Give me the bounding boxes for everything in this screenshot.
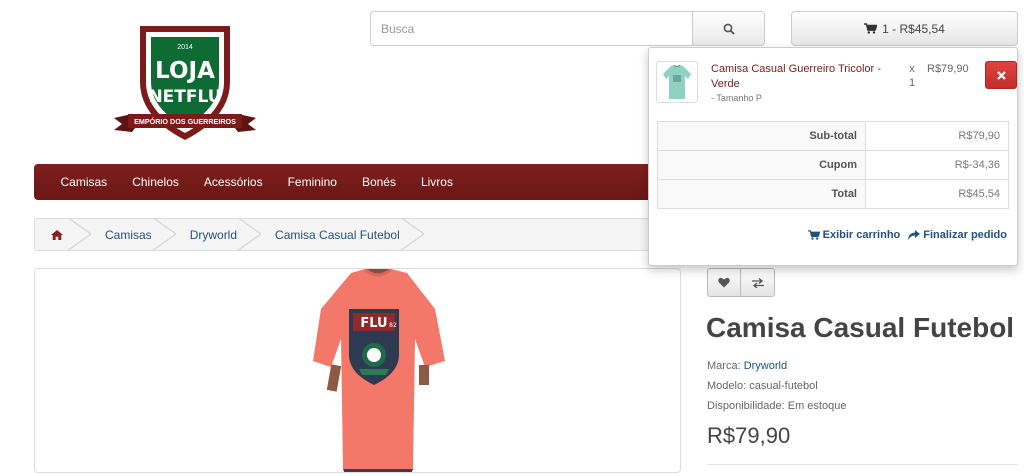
total-label: Total xyxy=(657,179,866,209)
heart-icon xyxy=(718,277,730,288)
product-price: R$79,90 xyxy=(707,423,791,448)
menu-item-feminino[interactable]: Feminino xyxy=(275,164,349,200)
cart-item-name[interactable]: Camisa Casual Guerreiro Tricolor - Verde xyxy=(711,62,891,92)
breadcrumb-product[interactable]: Camisa Casual Futebol xyxy=(261,219,424,250)
breadcrumb-dryworld[interactable]: Dryworld xyxy=(176,219,262,250)
totals-row: Total R$45,54 xyxy=(657,179,1009,209)
cart-dropdown: Camisa Casual Guerreiro Tricolor - Verde… xyxy=(648,47,1018,266)
home-icon xyxy=(51,229,63,240)
cart-item-price: R$79,90 xyxy=(927,63,969,75)
shirt-print-num: 82 xyxy=(389,322,397,329)
breadcrumb-camisas[interactable]: Camisas xyxy=(91,219,176,250)
product-actions xyxy=(707,268,775,297)
shirt-print: FLU xyxy=(360,316,387,331)
menu-item-bones[interactable]: Bonés xyxy=(349,164,408,200)
search-bar xyxy=(370,11,765,46)
divider xyxy=(707,464,1018,465)
availability-value: Em estoque xyxy=(787,400,847,412)
product-title: Camisa Casual Futebol xyxy=(706,312,1015,343)
subtotal-label: Sub-total xyxy=(657,121,866,151)
compare-button[interactable] xyxy=(741,268,775,297)
cart-item-times: x xyxy=(909,63,915,75)
close-icon xyxy=(996,70,1006,80)
coupon-value: R$-34,36 xyxy=(865,150,1009,180)
cart-item-option: - Tamanho P xyxy=(711,93,762,103)
search-icon xyxy=(723,23,735,35)
view-cart-link[interactable]: Exibir carrinho xyxy=(807,229,901,241)
cart-icon xyxy=(864,23,878,34)
availability-label: Disponibilidade: xyxy=(707,400,785,412)
view-cart-label: Exibir carrinho xyxy=(822,229,901,241)
search-button[interactable] xyxy=(692,11,765,46)
logo-year: 2014 xyxy=(177,44,193,51)
totals-row: Cupom R$-34,36 xyxy=(657,150,1009,180)
breadcrumb-home[interactable] xyxy=(35,219,91,250)
menu-item-chinelos[interactable]: Chinelos xyxy=(120,164,192,200)
logo-ribbon: EMPÓRIO DOS GUERREIROS xyxy=(134,117,236,126)
checkout-label: Finalizar pedido xyxy=(923,229,1007,241)
cart-item-qty: 1 xyxy=(908,77,916,89)
menu-item-acessorios[interactable]: Acessórios xyxy=(191,164,275,200)
menu-item-livros[interactable]: Livros xyxy=(408,164,465,200)
cart-item: Camisa Casual Guerreiro Tricolor - Verde… xyxy=(655,60,1017,110)
cart-totals: Sub-total R$79,90 Cupom R$-34,36 Total R… xyxy=(657,121,1009,209)
model-label: Modelo: xyxy=(707,380,747,392)
logo-line1: LOJA xyxy=(155,58,215,84)
cart-icon xyxy=(807,230,820,240)
cart-summary: 1 - R$45,54 xyxy=(882,21,945,36)
wishlist-button[interactable] xyxy=(707,268,741,297)
product-image-box[interactable]: FLU 82 xyxy=(34,268,681,473)
cart-button[interactable]: 1 - R$45,54 xyxy=(791,11,1018,46)
logo-line2: NETFLU xyxy=(148,87,221,107)
search-input[interactable] xyxy=(370,11,692,46)
subtotal-value: R$79,90 xyxy=(865,121,1009,151)
totals-row: Sub-total R$79,90 xyxy=(657,121,1009,151)
brand-link[interactable]: Dryworld xyxy=(744,360,787,372)
share-icon xyxy=(908,230,921,240)
product-image: FLU 82 xyxy=(313,269,445,472)
total-value: R$45,54 xyxy=(865,179,1009,209)
checkout-link[interactable]: Finalizar pedido xyxy=(908,229,1007,241)
store-logo[interactable]: 2014 LOJA NETFLU EMPÓRIO DOS GUERREIROS xyxy=(110,22,260,144)
model-row: Modelo: casual-futebol xyxy=(707,376,846,396)
breadcrumb: Camisas Dryworld Camisa Casual Futebol xyxy=(34,218,694,251)
menu-item-camisas[interactable]: Camisas xyxy=(48,164,120,200)
brand-label: Marca: xyxy=(707,360,741,372)
coupon-label: Cupom xyxy=(657,150,866,180)
brand-row: Marca: Dryworld xyxy=(707,356,846,376)
exchange-icon xyxy=(751,277,764,288)
availability-row: Disponibilidade: Em estoque xyxy=(707,396,846,416)
cart-links: Exibir carrinho Finalizar pedido xyxy=(807,229,1007,241)
product-meta: Marca: Dryworld Modelo: casual-futebol D… xyxy=(707,356,846,416)
cart-item-thumbnail[interactable] xyxy=(656,61,698,103)
model-value: casual-futebol xyxy=(749,380,818,392)
remove-item-button[interactable] xyxy=(985,61,1017,89)
